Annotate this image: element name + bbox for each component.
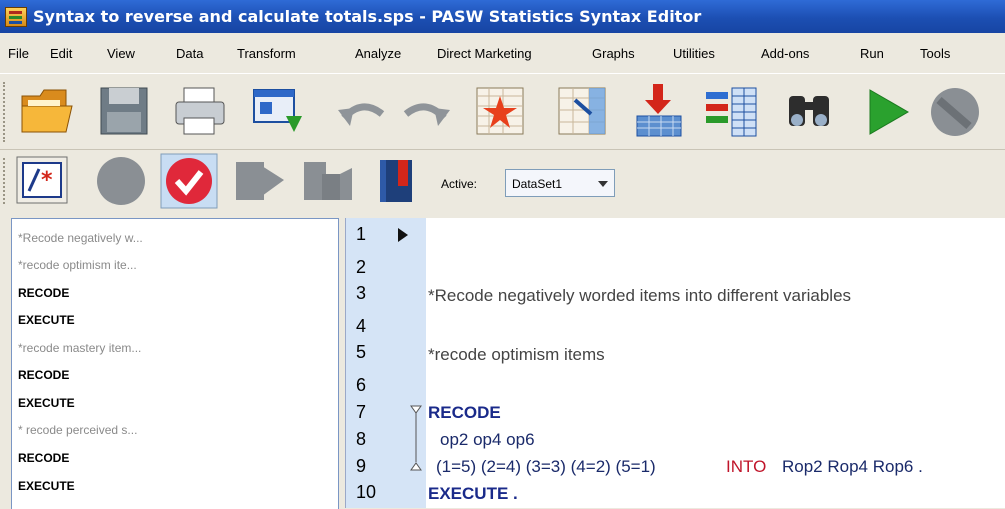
navigator-pane[interactable]: *Recode negatively w... *recode optimism… xyxy=(11,218,339,509)
syntax-toolbar: * Active: DataSet1 xyxy=(0,149,1005,212)
open-icon[interactable] xyxy=(18,84,76,138)
line-number: 3 xyxy=(356,283,367,303)
menu-addons[interactable]: Add-ons xyxy=(761,46,809,61)
line-number-gutter: 1 2 3 4 5 6 7 8 9 10 xyxy=(346,218,426,508)
code-line-5: *recode optimism items xyxy=(428,345,605,364)
active-dataset-label: Active: xyxy=(441,177,478,191)
syntax-editor[interactable]: 1 2 3 4 5 6 7 8 9 10 *Recode negatively … xyxy=(345,218,1005,508)
code-line-10: EXECUTE . xyxy=(428,484,518,503)
nav-item[interactable]: EXECUTE xyxy=(18,313,75,327)
nav-item[interactable]: RECODE xyxy=(18,451,69,465)
nav-item[interactable]: RECODE xyxy=(18,286,69,300)
goto-case-icon[interactable] xyxy=(473,84,529,140)
nav-item[interactable]: *Recode negatively w... xyxy=(18,231,143,245)
code-line-3: *Recode negatively worded items into dif… xyxy=(428,286,852,305)
line-number: 6 xyxy=(356,375,367,395)
find-icon[interactable] xyxy=(785,90,837,134)
goto-variable-icon[interactable] xyxy=(555,84,611,140)
line-number: 10 xyxy=(356,482,377,502)
active-dataset-value: DataSet1 xyxy=(512,177,563,191)
code-area[interactable]: *Recode negatively worded items into dif… xyxy=(426,218,1005,508)
nav-item[interactable]: * recode perceived s... xyxy=(18,423,137,437)
line-number: 1 xyxy=(356,224,367,244)
menu-bar: File Edit View Data Transform Analyze Di… xyxy=(0,33,1005,73)
line-number: 4 xyxy=(356,316,367,336)
menu-view[interactable]: View xyxy=(107,46,135,61)
menu-transform[interactable]: Transform xyxy=(237,46,296,61)
line-number: 5 xyxy=(356,342,367,362)
menu-analyze[interactable]: Analyze xyxy=(355,46,401,61)
step-through-icon[interactable] xyxy=(300,156,360,206)
menu-run[interactable]: Run xyxy=(860,46,884,61)
fold-marker-icon[interactable] xyxy=(409,404,423,476)
menu-graphs[interactable]: Graphs xyxy=(592,46,635,61)
menu-file[interactable]: File xyxy=(8,46,29,61)
value-labels-icon[interactable] xyxy=(704,84,760,140)
nav-item[interactable]: EXECUTE xyxy=(18,396,75,410)
nav-item[interactable]: EXECUTE xyxy=(18,479,75,493)
code-line-8: op2 op4 op6 xyxy=(440,430,535,449)
chevron-down-icon xyxy=(598,181,608,187)
redo-icon[interactable] xyxy=(400,92,452,132)
line-number: 2 xyxy=(356,257,367,277)
code-line-9-values: (1=5) (2=4) (3=3) (4=2) (5=1) xyxy=(436,457,656,476)
toolbar-grip xyxy=(3,82,11,142)
line-number: 7 xyxy=(356,402,367,422)
menu-direct-marketing[interactable]: Direct Marketing xyxy=(437,46,532,61)
code-line-9-targets: Rop2 Rop4 Rop6 . xyxy=(782,457,923,476)
dialog-recall-icon[interactable] xyxy=(250,86,306,138)
code-line-9-into: INTO xyxy=(726,457,767,476)
menu-tools[interactable]: Tools xyxy=(920,46,950,61)
title-bar: Syntax to reverse and calculate totals.s… xyxy=(0,0,1005,33)
bookmark-icon[interactable] xyxy=(374,156,422,206)
stop-icon[interactable] xyxy=(925,84,985,140)
undo-icon[interactable] xyxy=(336,92,388,132)
code-line-7: RECODE xyxy=(428,403,501,422)
window-title: Syntax to reverse and calculate totals.s… xyxy=(33,7,702,26)
current-line-arrow-icon xyxy=(398,228,408,242)
nav-item[interactable]: RECODE xyxy=(18,368,69,382)
line-number: 9 xyxy=(356,456,367,476)
app-icon xyxy=(5,7,27,27)
comment-icon[interactable]: * xyxy=(15,155,71,205)
toolbar-grip xyxy=(3,158,11,204)
active-dataset-select[interactable]: DataSet1 xyxy=(505,169,615,197)
svg-text:*: * xyxy=(41,168,53,193)
nav-item[interactable]: *recode optimism ite... xyxy=(18,258,137,272)
menu-edit[interactable]: Edit xyxy=(50,46,72,61)
variables-icon[interactable] xyxy=(631,82,687,140)
menu-data[interactable]: Data xyxy=(176,46,203,61)
validate-icon[interactable] xyxy=(159,152,219,210)
line-number: 8 xyxy=(356,429,367,449)
menu-utilities[interactable]: Utilities xyxy=(673,46,715,61)
nav-item[interactable]: *recode mastery item... xyxy=(18,341,141,355)
save-icon[interactable] xyxy=(97,84,151,138)
run-icon[interactable] xyxy=(862,86,912,138)
step-icon[interactable] xyxy=(232,156,292,206)
print-icon[interactable] xyxy=(172,84,228,138)
breakpoint-icon[interactable] xyxy=(93,155,149,207)
main-toolbar xyxy=(0,73,1005,150)
